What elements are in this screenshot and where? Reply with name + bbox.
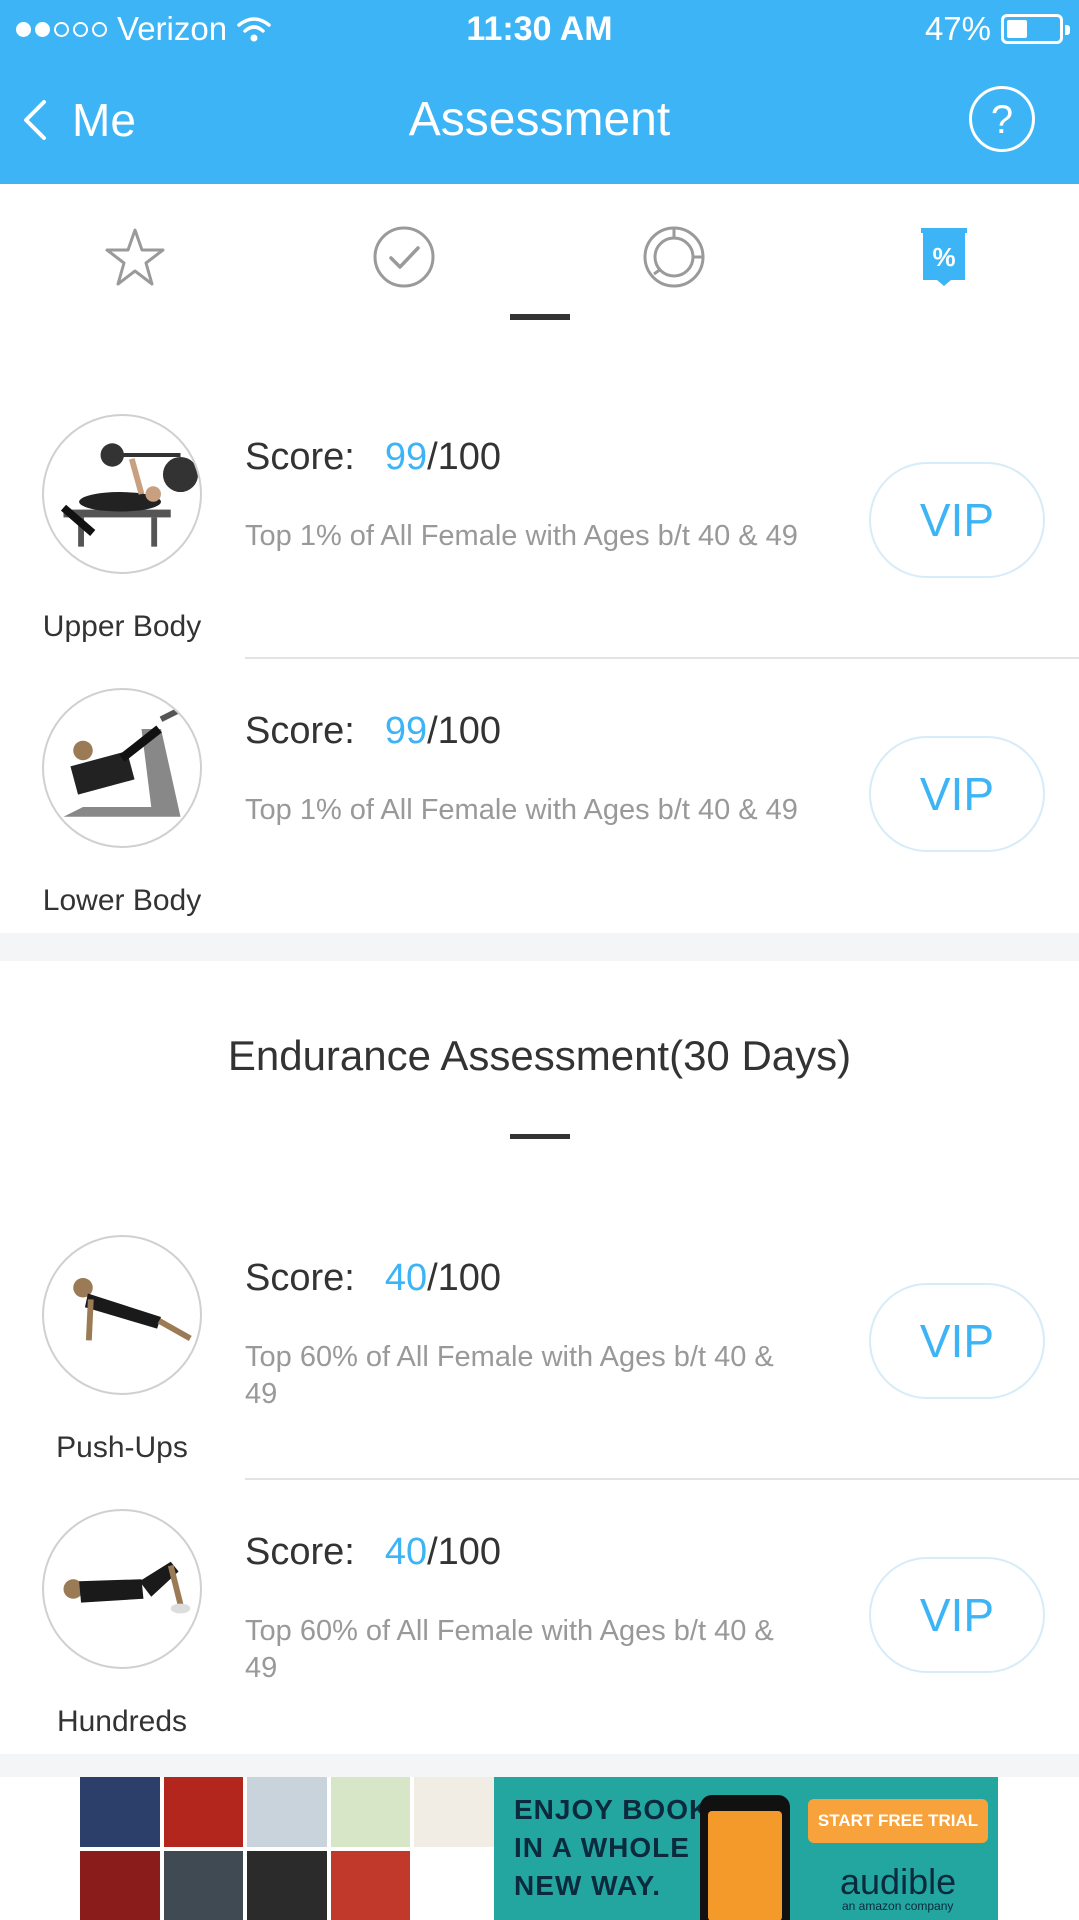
score-text: Score: 99/100 bbox=[245, 436, 501, 479]
row-label: Upper Body bbox=[42, 610, 202, 643]
tab-bar: % bbox=[0, 184, 1079, 324]
percentile-description: Top 60% of All Female with Ages b/t 40 &… bbox=[245, 1341, 774, 1410]
book-cover bbox=[414, 1777, 494, 1847]
battery-percent: 47% bbox=[924, 10, 991, 47]
section-title-underline bbox=[510, 1134, 570, 1139]
battery-fill bbox=[1007, 20, 1028, 38]
score-text: Score: 40/100 bbox=[245, 1257, 501, 1300]
book-cover bbox=[414, 1850, 494, 1920]
page-title: Assessment bbox=[408, 93, 671, 146]
start-free-trial-button[interactable]: START FREE TRIAL bbox=[808, 1799, 988, 1843]
vip-button[interactable]: VIP bbox=[869, 736, 1045, 852]
vip-button[interactable]: VIP bbox=[869, 462, 1045, 578]
assessment-row-push-ups: Push-Ups Score: 40/100 Top 60% of All Fem… bbox=[0, 1235, 1079, 1509]
push-up-icon bbox=[73, 1277, 192, 1341]
assessment-row-lower-body: Lower Body Score: 99/100 Top 1% of All Fe… bbox=[0, 688, 1079, 962]
score-text: Score: 40/100 bbox=[245, 1531, 501, 1574]
row-divider bbox=[245, 1478, 1079, 1480]
row-label: Push-Ups bbox=[56, 1431, 188, 1464]
row-label: Hundreds bbox=[56, 1705, 188, 1738]
score-max: /100 bbox=[427, 436, 502, 478]
tab-chart[interactable] bbox=[641, 224, 707, 290]
book-cover bbox=[247, 1850, 327, 1920]
exercise-avatar-leg-press bbox=[42, 688, 202, 848]
tab-check[interactable] bbox=[371, 224, 437, 290]
book-cover bbox=[163, 1850, 244, 1920]
exercise-avatar-bench-press bbox=[42, 414, 202, 574]
leg-press-icon bbox=[63, 706, 182, 817]
status-bar: Verizon 11:30 AM 47% bbox=[0, 0, 1079, 60]
score-max: /100 bbox=[427, 1531, 502, 1573]
percent-badge-icon: % bbox=[921, 228, 967, 286]
chart-ring-icon bbox=[643, 226, 705, 288]
section-separator bbox=[0, 933, 1079, 961]
battery-icon bbox=[1001, 14, 1070, 44]
star-icon bbox=[105, 228, 165, 286]
assessment-row-upper-body: Upper Body Score: 99/100 Top 1% of All Fe… bbox=[0, 414, 1079, 688]
audible-logo: audible bbox=[840, 1861, 957, 1902]
score-prefix: Score: bbox=[245, 436, 355, 478]
score-value: 40 bbox=[384, 1531, 428, 1573]
nav-bar: Me Assessment ? bbox=[0, 72, 1079, 168]
score-value: 40 bbox=[384, 1257, 428, 1299]
vip-button[interactable]: VIP bbox=[869, 1557, 1045, 1673]
ad-separator bbox=[0, 1754, 1079, 1777]
book-cover bbox=[247, 1777, 327, 1847]
ad-headline: ENJOY BOOKS IN A WHOLE NEW WAY. bbox=[514, 1794, 730, 1901]
percentile-description: Top 1% of All Female with Ages b/t 40 & … bbox=[245, 794, 798, 826]
ad-banner[interactable]: ENJOY BOOKS IN A WHOLE NEW WAY. START FR… bbox=[80, 1777, 998, 1920]
check-circle-icon bbox=[373, 226, 435, 288]
bench-press-icon bbox=[60, 443, 199, 547]
endurance-section-title: Endurance Assessment(30 Days) bbox=[227, 1032, 852, 1079]
status-right: 47% bbox=[924, 10, 1070, 48]
book-cover bbox=[80, 1850, 160, 1920]
score-value: 99 bbox=[384, 710, 428, 752]
percentile-description: Top 1% of All Female with Ages b/t 40 & … bbox=[245, 520, 798, 552]
tab-percent[interactable]: % bbox=[911, 224, 977, 290]
book-cover bbox=[163, 1777, 244, 1847]
book-covers bbox=[80, 1777, 494, 1920]
assessment-row-hundreds: Hundreds Score: 40/100 Top 60% of All Fem… bbox=[0, 1509, 1079, 1783]
score-prefix: Score: bbox=[245, 710, 355, 752]
svg-text:%: % bbox=[932, 242, 955, 272]
row-label: Lower Body bbox=[42, 884, 202, 917]
book-cover bbox=[80, 1777, 160, 1847]
tab-indicator bbox=[510, 314, 570, 320]
phone-illustration bbox=[700, 1795, 790, 1920]
tab-star[interactable] bbox=[102, 224, 168, 290]
audible-logo-sub: an amazon company bbox=[842, 1899, 954, 1913]
exercise-avatar-push-ups bbox=[42, 1235, 202, 1395]
exercise-avatar-hundreds bbox=[42, 1509, 202, 1669]
vip-button[interactable]: VIP bbox=[869, 1283, 1045, 1399]
status-time: 11:30 AM bbox=[466, 10, 613, 48]
score-max: /100 bbox=[427, 710, 502, 752]
hundreds-icon bbox=[63, 1561, 191, 1614]
app-root: Verizon 11:30 AM 47% Me Assessment ? % U… bbox=[0, 0, 1079, 1920]
percentile-description: Top 60% of All Female with Ages b/t 40 &… bbox=[245, 1615, 774, 1684]
score-prefix: Score: bbox=[245, 1257, 355, 1299]
score-max: /100 bbox=[427, 1257, 502, 1299]
score-prefix: Score: bbox=[245, 1531, 355, 1573]
help-button[interactable]: ? bbox=[969, 86, 1035, 152]
book-cover bbox=[330, 1777, 411, 1847]
top-bar: Verizon 11:30 AM 47% Me Assessment ? bbox=[0, 0, 1079, 184]
book-cover bbox=[330, 1850, 411, 1920]
row-divider bbox=[245, 657, 1079, 659]
score-value: 99 bbox=[384, 436, 428, 478]
score-text: Score: 99/100 bbox=[245, 710, 501, 753]
